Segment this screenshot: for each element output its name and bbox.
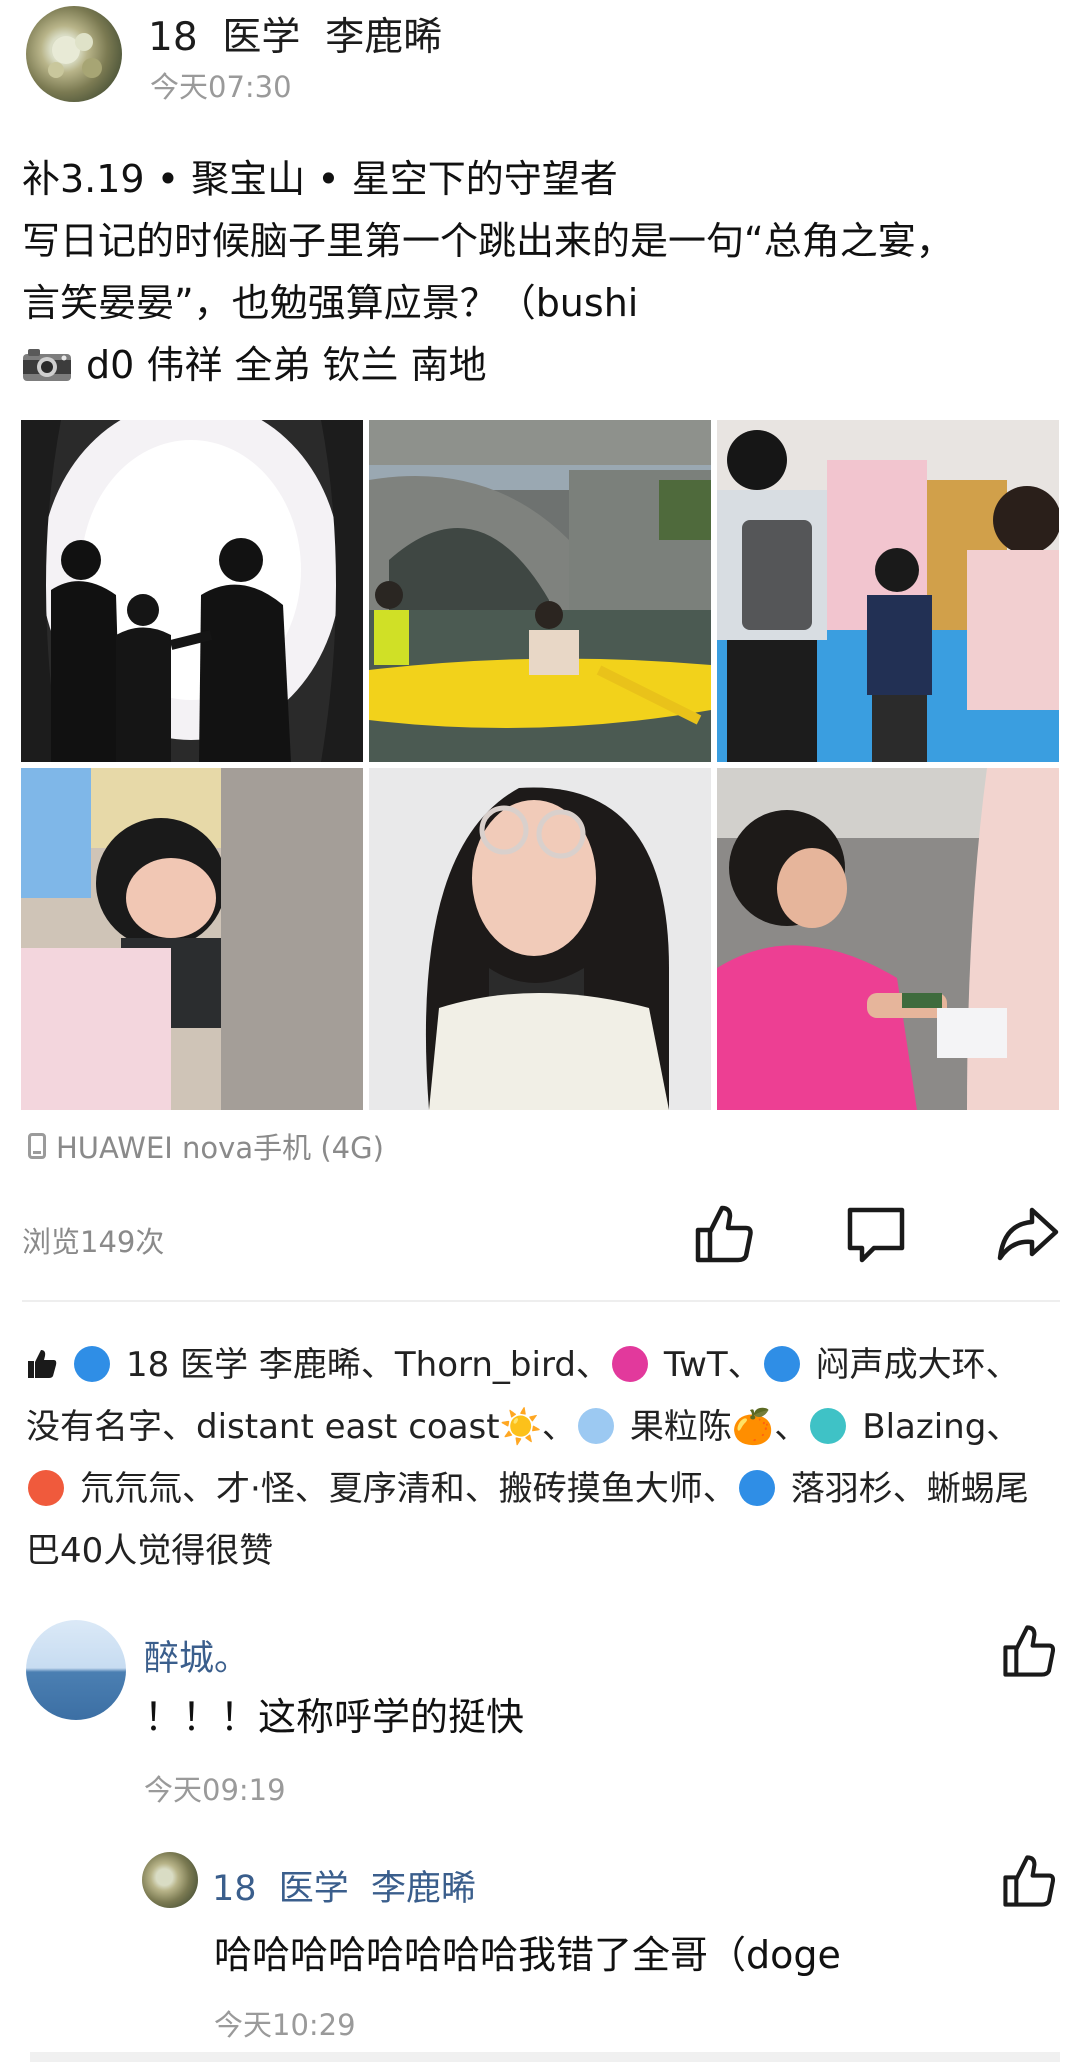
likers-text[interactable]: 氘氘氚、才·怪、夏序清和、搬砖摸鱼大师、: [80, 1469, 737, 1509]
author-avatar[interactable]: [26, 6, 122, 102]
reply-like-icon[interactable]: [1000, 1852, 1058, 1910]
likers-text[interactable]: 18 医学 李鹿晞、Thorn_bird、: [126, 1345, 610, 1385]
post-line: d0 伟祥 全弟 钦兰 南地: [22, 334, 1062, 396]
post-line: 写日记的时候脑子里第一个跳出来的是一句“总角之宴，: [22, 219, 954, 263]
author-name[interactable]: 18 医学 李鹿晞: [148, 6, 442, 62]
phone-icon: [28, 1133, 46, 1159]
radiation-badge-icon: [738, 1470, 775, 1506]
likers-text[interactable]: Blazing、: [862, 1407, 1020, 1447]
comment-text: ！！！这称呼学的挺快: [144, 1695, 525, 1739]
photo-child-mask[interactable]: [21, 768, 363, 1110]
divider: [22, 1300, 1060, 1302]
ball-badge-icon: [611, 1346, 648, 1382]
device-info: HUAWEI nova手机 (4G): [28, 1125, 384, 1167]
replier-avatar[interactable]: [142, 1852, 198, 1908]
commenter-avatar[interactable]: [26, 1620, 126, 1720]
star-badge-icon: [28, 1470, 64, 1506]
likers-text[interactable]: 果粒陈🍊、: [630, 1407, 808, 1447]
bottom-bar: [30, 2052, 1060, 2062]
likes-list: 18 医学 李鹿晞、Thorn_bird、 TwT、 闷声成大环、没有名字、dist…: [26, 1334, 1046, 1582]
wing-badge-icon: [810, 1408, 847, 1444]
thumbs-up-filled-icon: [26, 1338, 58, 1378]
photo-woman-glasses[interactable]: [369, 768, 711, 1110]
replier-name[interactable]: 18 医学 李鹿晞: [212, 1860, 476, 1911]
device-label: HUAWEI nova手机 (4G): [56, 1131, 384, 1165]
commenter-name[interactable]: 醉城。: [144, 1630, 249, 1681]
radiation-badge-icon: [763, 1346, 800, 1382]
likers-text[interactable]: TwT、: [664, 1345, 762, 1385]
post-line: 言笑晏晏”，也勉强算应景？（bushi: [22, 281, 639, 325]
comment-like-icon[interactable]: [1000, 1622, 1058, 1680]
view-count: 浏览149次: [22, 1225, 165, 1259]
photo-girl-pink-jacket[interactable]: [717, 768, 1059, 1110]
reply-time: 今天10:29: [214, 2008, 356, 2042]
photo-kayak-bridge[interactable]: [369, 420, 711, 762]
comment-time: 今天09:19: [144, 1773, 286, 1807]
post-text: 补3.19 • 聚宝山 • 星空下的守望者 写日记的时候脑子里第一个跳出来的是一…: [22, 148, 1062, 396]
camera-icon: [22, 338, 72, 381]
comment-icon[interactable]: [844, 1202, 908, 1266]
photo-tunnel-silhouettes[interactable]: [21, 420, 363, 762]
post-tagged: d0 伟祥 全弟 钦兰 南地: [86, 343, 487, 387]
thumbs-up-icon[interactable]: [692, 1202, 756, 1266]
photo-grid: [21, 420, 1059, 1110]
pill-badge-icon: [577, 1408, 614, 1444]
post-time: 今天07:30: [150, 70, 292, 104]
post-line: 补3.19 • 聚宝山 • 星空下的守望者: [22, 157, 618, 201]
radiation-badge-icon: [74, 1346, 110, 1382]
photo-children-backpack[interactable]: [717, 420, 1059, 762]
share-icon[interactable]: [996, 1202, 1060, 1266]
reply-text: 哈哈哈哈哈哈哈哈我错了全哥（doge: [214, 1933, 841, 1977]
